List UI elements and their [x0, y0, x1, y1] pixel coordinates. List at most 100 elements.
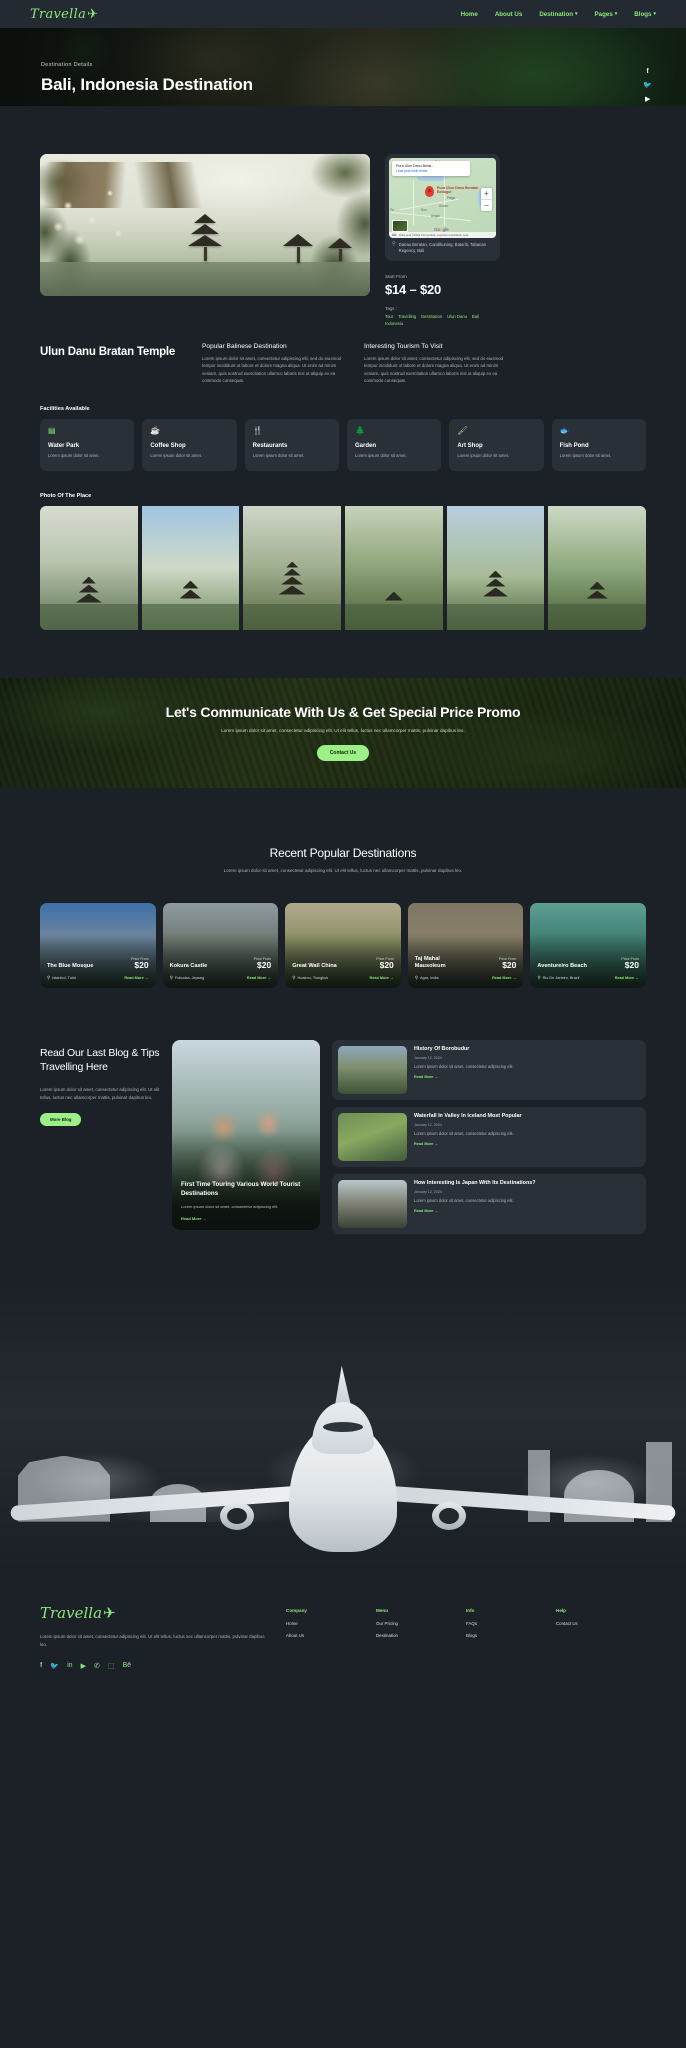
- youtube-icon[interactable]: ▶: [645, 96, 650, 103]
- facility-card-art-shop[interactable]: 🖌 Art Shop Lorem ipsum dolor sit amet.: [449, 419, 544, 471]
- footer-description: Lorem ipsum dolor sit amet, consectetur …: [40, 1633, 265, 1647]
- facility-card-coffee-shop[interactable]: ☕ Coffee Shop Lorem ipsum dolor sit amet…: [142, 419, 237, 471]
- nav-item-pages[interactable]: Pages ▾: [595, 11, 618, 18]
- map-label: Pa: [390, 208, 394, 212]
- destination-card-list: The Blue Mosque Price From $20 ⚲ Istanbul…: [40, 902, 646, 988]
- tag-item[interactable]: Ulun Danu: [447, 314, 467, 319]
- map-label: Bon: [421, 208, 427, 212]
- facility-title: Art Shop: [457, 443, 483, 450]
- whatsapp-icon[interactable]: ✆: [94, 1662, 100, 1670]
- read-more-link[interactable]: Read More →: [247, 976, 271, 980]
- instagram-icon[interactable]: ⬚: [108, 1662, 115, 1670]
- breadcrumb: Destination Details: [41, 62, 93, 68]
- facebook-icon[interactable]: 𝐟: [40, 1662, 42, 1670]
- tag-item[interactable]: Bali: [472, 314, 479, 319]
- map-satellite-thumbnail[interactable]: [392, 220, 408, 232]
- blog-thumbnail: [338, 1045, 407, 1094]
- footer-link[interactable]: Blogs: [466, 1633, 556, 1638]
- map-address-text: Danau Beratan, Candikuning, Baturiti, Ta…: [398, 242, 487, 254]
- blog-thumbnail: [338, 1179, 407, 1228]
- footer-link[interactable]: FAQs: [466, 1621, 556, 1626]
- footer-link[interactable]: Destination: [376, 1633, 466, 1638]
- zoom-out-button[interactable]: −: [481, 200, 492, 211]
- nav-item-home[interactable]: Home: [461, 11, 478, 18]
- nav-item-blogs[interactable]: Blogs ▾: [634, 11, 656, 18]
- map-bubble-link[interactable]: Lihat peta lebih besar: [396, 169, 466, 173]
- destination-location: ⚲ Istanbul, Turki: [47, 975, 76, 981]
- footer-link-columns: Company Home About Us Menu Our Pricing D…: [286, 1604, 646, 1671]
- gallery-photo[interactable]: [243, 505, 342, 630]
- read-more-link[interactable]: Read More →: [124, 976, 148, 980]
- map-zoom-controls[interactable]: + −: [481, 188, 492, 211]
- footer-link[interactable]: Home: [286, 1621, 376, 1626]
- zoom-in-button[interactable]: +: [481, 188, 492, 200]
- map-image[interactable]: Sekeh Plaga Aunan Bon Angsri Pa Pura Ulu…: [389, 158, 496, 238]
- linkedin-icon[interactable]: in: [67, 1662, 72, 1670]
- nav-item-about-us[interactable]: About Us: [495, 11, 523, 18]
- site-logo[interactable]: Travella ✈: [30, 7, 98, 22]
- footer-column-help: Help Contact Us: [556, 1608, 646, 1671]
- description-column-2: Interesting Tourism To Visit Lorem ipsum…: [364, 343, 510, 384]
- facility-text: Lorem ipsum dolor sit amet.: [457, 453, 509, 459]
- destination-name: Kokura Castle: [169, 963, 208, 970]
- read-more-link[interactable]: Read More →: [370, 976, 394, 980]
- map-label: Aunan: [439, 204, 449, 208]
- destination-card[interactable]: Taj Mahal Mausoleum Price From $20 ⚲ Agra…: [407, 902, 524, 988]
- tag-item[interactable]: Travelling: [398, 314, 416, 319]
- read-more-link[interactable]: Read More →: [181, 1216, 311, 1221]
- nav-item-destination[interactable]: Destination ▾: [539, 11, 577, 18]
- map-address: ⚲ Danau Beratan, Candikuning, Baturiti, …: [389, 238, 496, 257]
- tag-item[interactable]: Indonesia: [385, 321, 403, 326]
- tag-item[interactable]: Destination: [421, 314, 442, 319]
- blog-list-item[interactable]: How Interesting Is Japan With Its Destin…: [332, 1173, 646, 1234]
- facility-card-restaurants[interactable]: 🍴 Restaurants Lorem ipsum dolor sit amet…: [244, 419, 339, 471]
- facility-card-garden[interactable]: 🌲 Garden Lorem ipsum dolor sit amet.: [346, 419, 442, 471]
- location-text: Istanbul, Turki: [52, 975, 76, 980]
- destination-detail-section: Sekeh Plaga Aunan Bon Angsri Pa Pura Ulu…: [0, 106, 686, 630]
- site-footer: Travella ✈ Lorem ipsum dolor sit amet, co…: [0, 1573, 686, 1693]
- map-card[interactable]: Sekeh Plaga Aunan Bon Angsri Pa Pura Ulu…: [385, 154, 500, 262]
- footer-link[interactable]: About Us: [286, 1633, 376, 1638]
- destination-card[interactable]: Great Wall China Price From $20 ⚲ Huairou…: [285, 902, 401, 988]
- blog-item-title: How Interesting Is Japan With Its Destin…: [414, 1179, 536, 1186]
- read-more-link[interactable]: Read More →: [414, 1142, 640, 1146]
- gallery-photo[interactable]: [40, 505, 138, 630]
- gallery-photo[interactable]: [141, 505, 240, 630]
- map-attribution: ⌨ Data peta ©2024 Persyaratan Laporkan k…: [389, 232, 496, 238]
- destination-name: Great Wall China: [292, 963, 337, 970]
- destination-card[interactable]: Aventureiro Beach Price From $20 ⚲ Rio De…: [530, 902, 646, 988]
- destination-card[interactable]: Kokura Castle Price From $20 ⚲ Fukuoka, J…: [162, 902, 279, 988]
- blog-intro: Read Our Last Blog & Tips Travelling Her…: [40, 1040, 160, 1234]
- tag-item[interactable]: Tour: [385, 314, 393, 319]
- destination-card[interactable]: The Blue Mosque Price From $20 ⚲ Istanbul…: [40, 902, 156, 988]
- gallery-photo[interactable]: [548, 505, 647, 630]
- place-title: Ulun Danu Bratan Temple: [40, 346, 176, 359]
- read-more-link[interactable]: Read More →: [615, 976, 639, 980]
- featured-blog-card[interactable]: First Time Touring Various World Tourist…: [172, 1039, 320, 1230]
- read-more-link[interactable]: Read More →: [414, 1075, 640, 1079]
- behance-icon[interactable]: Bē: [122, 1662, 131, 1670]
- footer-link[interactable]: Our Pricing: [376, 1621, 466, 1626]
- footer-link[interactable]: Contact Us: [556, 1621, 646, 1626]
- map-info-bubble[interactable]: Pura Ulun Danu Berat... Lihat peta lebih…: [392, 161, 470, 176]
- facebook-icon[interactable]: 𝐟: [646, 68, 648, 75]
- blog-list-item[interactable]: History Of Borobudur January 12, 2024 Lo…: [332, 1039, 646, 1100]
- read-more-link[interactable]: Read More →: [414, 1209, 640, 1213]
- twitter-icon[interactable]: 🐦: [50, 1662, 59, 1670]
- facility-card-water-park[interactable]: ▤ Water Park Lorem ipsum dolor sit amet.: [40, 419, 135, 471]
- read-more-link[interactable]: Read More →: [492, 976, 516, 980]
- footer-logo[interactable]: Travella ✈: [40, 1604, 270, 1622]
- location-pin-icon: ⚲: [537, 974, 541, 980]
- footer-column-info: Info FAQs Blogs: [466, 1608, 556, 1671]
- facilities-list: ▤ Water Park Lorem ipsum dolor sit amet.…: [40, 419, 646, 471]
- more-blog-button[interactable]: More Blog: [40, 1113, 82, 1127]
- gallery-photo[interactable]: [446, 505, 545, 630]
- blog-list-item[interactable]: Waterfall In Valley In Iceland Most Popu…: [332, 1106, 646, 1167]
- facility-card-fish-pond[interactable]: 🐟 Fish Pond Lorem ipsum dolor sit amet.: [551, 419, 646, 471]
- twitter-icon[interactable]: 🐦: [643, 82, 652, 89]
- blog-item-title: History Of Borobudur: [414, 1045, 470, 1052]
- photo-gallery: [40, 505, 647, 630]
- contact-us-button[interactable]: Contact Us: [316, 745, 370, 762]
- gallery-photo[interactable]: [345, 505, 443, 630]
- youtube-icon[interactable]: ▶: [81, 1662, 86, 1670]
